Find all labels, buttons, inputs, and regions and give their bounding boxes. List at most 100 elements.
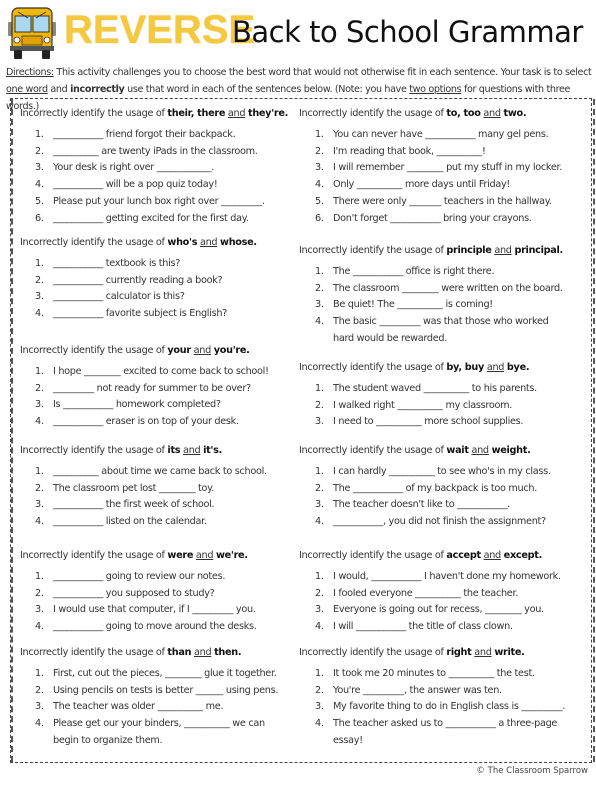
question-text: The teacher was older __________ me. (53, 701, 224, 713)
question-item: 5. There were only _______ teachers in th… (296, 194, 593, 211)
target-word: to, too (446, 108, 481, 119)
question-text: I fooled everyone __________ the teacher… (333, 587, 519, 599)
question-text: Be quiet! The __________ is coming! (333, 299, 493, 311)
question-text: Don't forget ___________ bring your cray… (333, 212, 532, 224)
question-list: 1. The ___________ office is right there.… (296, 264, 593, 348)
target-word: you're. (213, 345, 250, 356)
question-number: 3. (315, 162, 324, 174)
grammar-section: Incorrectly identify the usage of wait a… (296, 444, 593, 531)
directions-emphasis: incorrectly (70, 84, 125, 95)
question-number: 1. (315, 571, 324, 582)
target-word: principal. (514, 245, 563, 256)
question-text: First, cut out the pieces, ________ glue… (53, 668, 277, 679)
question-item: 6. ___________ getting excited for the fi… (13, 211, 298, 228)
question-number: 3. (315, 499, 324, 511)
question-text: I'm reading that book, __________! (333, 145, 486, 157)
question-number: 4. (315, 621, 324, 633)
question-text: There were only _______ teachers in the … (333, 195, 552, 207)
heading-prefix: Incorrectly identify the usage of (299, 245, 447, 256)
target-word: it's. (203, 445, 223, 456)
question-number: 4. (35, 621, 44, 633)
and-word: and (193, 647, 212, 658)
grammar-section: Incorrectly identify the usage of princi… (296, 244, 593, 348)
question-item: 1. I hope ________ excited to come back t… (13, 364, 298, 381)
question-list: 1. ___________ friend forgot their backpa… (13, 127, 298, 227)
question-number: 2. (315, 282, 324, 294)
question-text: ___________ getting excited for the firs… (53, 212, 249, 224)
heading-prefix: Incorrectly identify the usage of (299, 550, 447, 561)
question-number: 1. (35, 668, 44, 679)
and-word: and (195, 550, 214, 561)
title-highlight: REVERSE (64, 8, 256, 52)
question-number: 2. (315, 399, 324, 411)
question-number: 4. (35, 179, 44, 191)
grammar-section: Incorrectly identify the usage of who's … (13, 236, 298, 323)
question-number: 3. (35, 291, 44, 303)
question-item: 1. The student waved __________ to his pa… (296, 381, 593, 398)
question-text: Only __________ more days until Friday! (333, 179, 510, 191)
and-word: and (483, 550, 502, 561)
section-heading: Incorrectly identify the usage of right … (296, 646, 593, 660)
target-word: we're. (215, 550, 248, 561)
question-item: 1. ___________ going to review our notes. (13, 569, 298, 586)
question-text: ___________ listed on the calendar. (53, 516, 207, 528)
question-item: 2. ___________ currently reading a book? (13, 273, 298, 290)
question-number: 1. (315, 383, 324, 394)
question-number: 1. (35, 129, 44, 140)
question-item: 2. The classroom ________ were written on… (296, 281, 593, 298)
heading-prefix: Incorrectly identify the usage of (20, 550, 168, 561)
target-word: their, there (167, 108, 226, 119)
and-word: and (474, 647, 492, 658)
question-list: 1. The student waved __________ to his pa… (296, 381, 593, 431)
question-item: 4. ___________, you did not finish the as… (296, 514, 593, 531)
and-word: and (494, 245, 512, 256)
question-item: 2. I walked right __________ my classroom… (296, 398, 593, 415)
target-word: wait (446, 445, 469, 456)
section-heading: Incorrectly identify the usage of by, bu… (296, 361, 593, 375)
question-number: 4. (35, 416, 44, 428)
question-item: 3. The teacher doesn't like to __________… (296, 497, 593, 514)
question-item: 2. You're _________, the answer was ten. (296, 683, 593, 700)
question-item: 1. The ___________ office is right there. (296, 264, 593, 281)
question-item: 2. __________ are twenty iPads in the cla… (13, 144, 298, 161)
question-number: 2. (315, 587, 324, 599)
question-item: 4. ___________ eraser is on top of your d… (13, 414, 298, 431)
question-number: 2. (35, 145, 44, 157)
question-item: 3. ___________ the first week of school. (13, 497, 298, 514)
and-word: and (183, 445, 201, 456)
target-word: except. (503, 550, 543, 561)
question-number: 4. (35, 516, 44, 528)
heading-prefix: Incorrectly identify the usage of (20, 647, 168, 658)
and-word: and (227, 108, 246, 119)
question-item: 3. I will remember ________ put my stuff … (296, 160, 593, 177)
question-text: Please put your lunch box right over ___… (53, 195, 265, 207)
question-number: 4. (35, 308, 44, 320)
question-number: 3. (315, 701, 324, 713)
question-item: 1. ___________ friend forgot their backpa… (13, 127, 298, 144)
question-list: 1. I would, ___________ I haven't done my… (296, 569, 593, 636)
question-text: I will ___________ the title of class cl… (333, 621, 513, 633)
question-text: Please get our your binders, __________ … (53, 718, 265, 746)
question-item: 1. First, cut out the pieces, ________ gl… (13, 666, 298, 683)
question-number: 3. (315, 604, 324, 616)
question-number: 6. (315, 212, 324, 224)
question-item: 2. The classroom pet lost ________ toy. (13, 481, 298, 498)
question-text: The classroom ________ were written on t… (333, 282, 563, 294)
grammar-section: Incorrectly identify the usage of to, to… (296, 107, 593, 227)
and-word: and (483, 108, 501, 119)
question-item: 3. ___________ calculator is this? (13, 289, 298, 306)
question-number: 2. (35, 587, 44, 599)
question-item: 1. I would, ___________ I haven't done my… (296, 569, 593, 586)
question-number: 2. (315, 684, 324, 696)
grammar-section: Incorrectly identify the usage of than a… (13, 646, 298, 750)
question-item: 1. You can never have ___________ many ge… (296, 127, 593, 144)
question-number: 2. (315, 482, 324, 494)
grammar-section: Incorrectly identify the usage of your a… (13, 344, 298, 431)
target-word: who's (167, 237, 198, 248)
heading-prefix: Incorrectly identify the usage of (20, 237, 168, 248)
grammar-section: Incorrectly identify the usage of their,… (13, 107, 298, 227)
question-number: 3. (35, 701, 44, 713)
grammar-section: Incorrectly identify the usage of accept… (296, 549, 593, 636)
heading-prefix: Incorrectly identify the usage of (20, 345, 168, 356)
question-number: 4. (35, 718, 44, 730)
